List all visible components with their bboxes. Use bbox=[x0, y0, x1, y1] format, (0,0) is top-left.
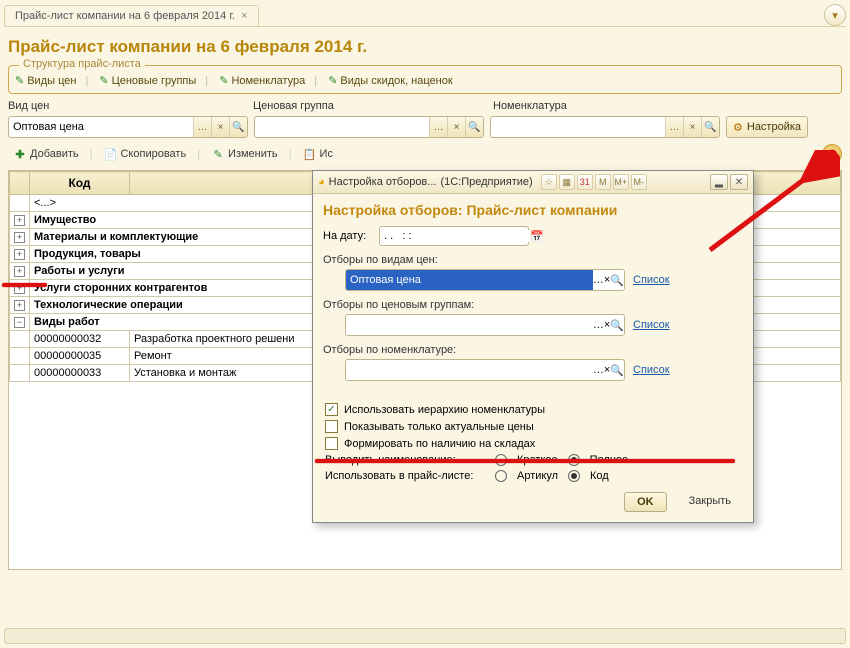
ellipsis-icon[interactable]: … bbox=[193, 117, 211, 137]
ellipsis-icon[interactable]: … bbox=[429, 117, 447, 137]
dialog-title: Настройка отборов... bbox=[329, 176, 437, 188]
filter-input-nomenclature[interactable]: … × 🔍 bbox=[345, 359, 625, 381]
filter-label-price-groups: Отборы по ценовым группам: bbox=[323, 299, 743, 311]
collapse-panel-button[interactable]: ▾ bbox=[824, 4, 846, 26]
edit-button[interactable]: ✎Изменить bbox=[206, 145, 283, 164]
checkbox-by-stock[interactable] bbox=[325, 437, 338, 450]
add-button[interactable]: ✚Добавить bbox=[8, 145, 84, 164]
label-price-group: Ценовая группа bbox=[253, 100, 493, 112]
col-code[interactable]: Код bbox=[30, 172, 130, 195]
checkbox-use-hierarchy[interactable]: ✓ bbox=[325, 403, 338, 416]
clear-icon[interactable]: × bbox=[211, 117, 229, 137]
horizontal-scrollbar[interactable] bbox=[4, 628, 846, 644]
dialog-heading: Настройка отборов: Прайс-лист компании bbox=[323, 202, 743, 218]
radio-code[interactable] bbox=[568, 470, 580, 482]
checkbox-label: Формировать по наличию на складах bbox=[344, 438, 535, 450]
pricelist-mode-label: Использовать в прайс-листе: bbox=[325, 470, 485, 482]
structure-discounts[interactable]: ✎Виды скидок, наценок bbox=[328, 74, 453, 87]
label-nomenclature: Номенклатура bbox=[493, 100, 842, 112]
calendar-picker-icon[interactable]: 📅 bbox=[530, 230, 544, 243]
pencil-icon: ✎ bbox=[328, 74, 337, 87]
close-button[interactable]: Закрыть bbox=[677, 492, 743, 512]
calc-icon[interactable]: ▦ bbox=[559, 174, 575, 190]
annotation-underline bbox=[315, 459, 735, 463]
search-icon[interactable]: 🔍 bbox=[229, 117, 247, 137]
input-nomenclature[interactable] bbox=[491, 117, 665, 137]
ellipsis-icon[interactable]: … bbox=[593, 364, 604, 376]
date-label: На дату: bbox=[323, 230, 373, 242]
input-price-type[interactable] bbox=[9, 117, 193, 137]
history-icon: 📋 bbox=[303, 148, 317, 161]
m-minus-button[interactable]: M- bbox=[631, 174, 647, 190]
list-link[interactable]: Список bbox=[633, 319, 670, 331]
search-icon[interactable]: 🔍 bbox=[610, 274, 624, 287]
checkbox-label: Использовать иерархию номенклатуры bbox=[344, 404, 545, 416]
clear-icon[interactable]: × bbox=[683, 117, 701, 137]
pencil-icon: ✎ bbox=[15, 74, 24, 87]
expand-icon[interactable]: + bbox=[14, 215, 25, 226]
input-price-group[interactable] bbox=[255, 117, 429, 137]
tab-close-icon[interactable]: × bbox=[241, 10, 247, 22]
search-icon[interactable]: 🔍 bbox=[701, 117, 719, 137]
structure-groupbox: Структура прайс-листа ✎Виды цен| ✎Ценовы… bbox=[8, 65, 842, 94]
tool-icon[interactable]: ☆ bbox=[541, 174, 557, 190]
pencil-icon: ✎ bbox=[99, 74, 108, 87]
calendar-icon[interactable]: 31 bbox=[577, 174, 593, 190]
combo-price-group[interactable]: … × 🔍 bbox=[254, 116, 484, 138]
groupbox-title: Структура прайс-листа bbox=[19, 58, 145, 70]
settings-button[interactable]: ⚙ Настройка bbox=[726, 116, 808, 138]
filter-label-price-types: Отборы по видам цен: bbox=[323, 254, 743, 266]
tab-pricelist[interactable]: Прайс-лист компании на 6 февраля 2014 г.… bbox=[4, 5, 259, 26]
tab-title: Прайс-лист компании на 6 февраля 2014 г. bbox=[15, 10, 235, 22]
ellipsis-icon[interactable]: … bbox=[593, 319, 604, 331]
help-button[interactable]: ? bbox=[822, 144, 842, 164]
expand-icon[interactable]: + bbox=[14, 266, 25, 277]
clear-icon[interactable]: × bbox=[447, 117, 465, 137]
expand-icon[interactable]: + bbox=[14, 232, 25, 243]
ellipsis-icon[interactable]: … bbox=[665, 117, 683, 137]
page-title: Прайс-лист компании на 6 февраля 2014 г. bbox=[8, 37, 842, 57]
list-link[interactable]: Список bbox=[633, 274, 670, 286]
filter-settings-dialog: ◕ Настройка отборов... (1С:Предприятие) … bbox=[312, 170, 754, 523]
minimize-icon[interactable]: ▂ bbox=[710, 174, 728, 190]
search-icon[interactable]: 🔍 bbox=[465, 117, 483, 137]
checkbox-label: Показывать только актуальные цены bbox=[344, 421, 534, 433]
close-icon[interactable]: ✕ bbox=[730, 174, 748, 190]
structure-nomenclature[interactable]: ✎Номенклатура| bbox=[219, 74, 317, 87]
selected-value: Оптовая цена bbox=[346, 270, 593, 290]
filter-label-nomenclature: Отборы по номенклатуре: bbox=[323, 344, 743, 356]
label-price-type: Вид цен bbox=[8, 100, 253, 112]
gear-icon: ⚙ bbox=[733, 121, 743, 134]
checkbox-only-actual[interactable] bbox=[325, 420, 338, 433]
filter-input-price-groups[interactable]: … × 🔍 bbox=[345, 314, 625, 336]
collapse-icon[interactable]: − bbox=[14, 317, 25, 328]
radio-article[interactable] bbox=[495, 470, 507, 482]
pencil-icon: ✎ bbox=[211, 148, 225, 161]
app-logo-icon: ◕ bbox=[318, 176, 325, 188]
copy-button[interactable]: 📄Скопировать bbox=[98, 145, 191, 164]
combo-price-type[interactable]: … × 🔍 bbox=[8, 116, 248, 138]
list-link[interactable]: Список bbox=[633, 364, 670, 376]
annotation-underline bbox=[2, 283, 47, 287]
copy-icon: 📄 bbox=[103, 148, 117, 161]
search-icon[interactable]: 🔍 bbox=[610, 319, 624, 332]
m-button[interactable]: M bbox=[595, 174, 611, 190]
date-input[interactable]: 📅 bbox=[379, 226, 529, 246]
search-icon[interactable]: 🔍 bbox=[610, 364, 624, 377]
expand-icon[interactable]: + bbox=[14, 300, 25, 311]
ok-button[interactable]: OK bbox=[624, 492, 667, 512]
plus-icon: ✚ bbox=[13, 148, 27, 161]
combo-nomenclature[interactable]: … × 🔍 bbox=[490, 116, 720, 138]
structure-price-types[interactable]: ✎Виды цен| bbox=[15, 74, 88, 87]
filter-input-price-types[interactable]: Оптовая цена … × 🔍 bbox=[345, 269, 625, 291]
ellipsis-icon[interactable]: … bbox=[593, 274, 604, 286]
history-button[interactable]: 📋Ис bbox=[298, 145, 338, 164]
m-plus-button[interactable]: M+ bbox=[613, 174, 629, 190]
dialog-subtitle: (1С:Предприятие) bbox=[440, 176, 532, 188]
pencil-icon: ✎ bbox=[219, 74, 228, 87]
expand-icon[interactable]: + bbox=[14, 249, 25, 260]
structure-price-groups[interactable]: ✎Ценовые группы| bbox=[99, 74, 208, 87]
